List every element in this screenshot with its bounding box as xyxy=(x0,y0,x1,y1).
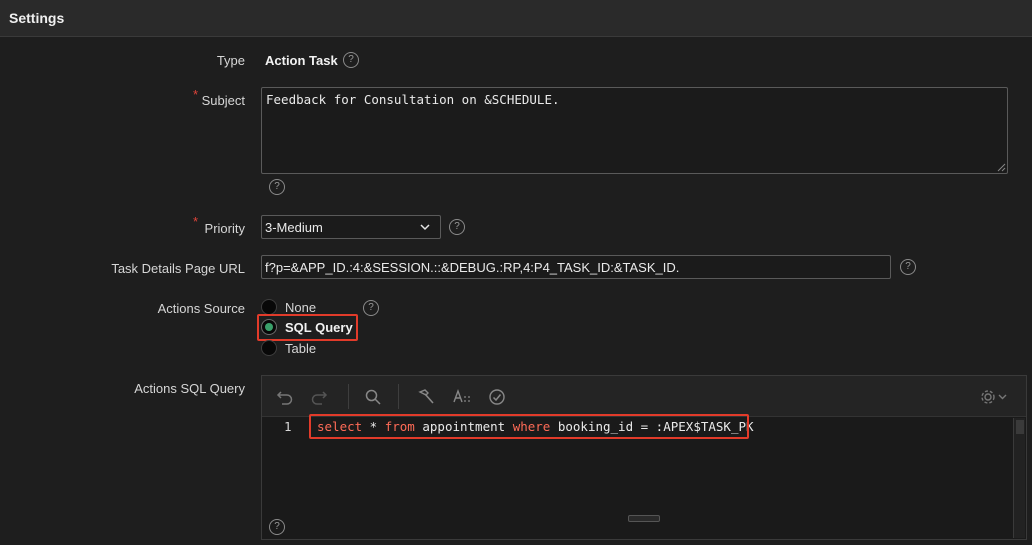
sql-query-highlight xyxy=(257,314,358,341)
page-title: Settings xyxy=(9,10,65,26)
sql-help-icon[interactable]: ? xyxy=(269,519,285,535)
priority-selected-value: 3-Medium xyxy=(265,220,323,235)
actions-sql-query-label: Actions SQL Query xyxy=(134,381,245,396)
task-details-help-icon[interactable]: ? xyxy=(900,259,916,275)
line-number: 1 xyxy=(284,419,292,434)
editor-scrollbar-thumb[interactable] xyxy=(1016,420,1024,434)
priority-select[interactable]: 3-Medium xyxy=(261,215,441,239)
redo-button[interactable] xyxy=(308,386,330,408)
sql-code-highlight xyxy=(309,414,749,439)
undo-button[interactable] xyxy=(274,386,296,408)
toolbar-separator xyxy=(348,384,349,409)
editor-resize-handle[interactable] xyxy=(628,515,660,522)
autocomplete-button[interactable] xyxy=(451,386,473,408)
radio-option-table[interactable]: Table xyxy=(261,339,316,357)
editor-scrollbar[interactable] xyxy=(1013,418,1025,538)
subject-required-mark: * xyxy=(193,87,199,102)
subject-textarea[interactable]: Feedback for Consultation on &SCHEDULE. xyxy=(261,87,1008,174)
radio-table-label: Table xyxy=(285,340,317,356)
autocomplete-icon xyxy=(453,388,470,403)
search-button[interactable] xyxy=(362,386,384,408)
task-details-url-input[interactable]: f?p=&APP_ID.:4:&SESSION.::&DEBUG.:RP,4:P… xyxy=(261,255,891,279)
editor-toolbar xyxy=(262,376,1026,417)
actions-source-label: Actions Source xyxy=(157,301,245,316)
gear-icon xyxy=(981,390,1007,404)
toolbar-separator xyxy=(398,384,399,409)
validate-button[interactable] xyxy=(486,386,508,408)
task-details-url-label: Task Details Page URL xyxy=(111,261,245,276)
priority-help-icon[interactable]: ? xyxy=(449,219,465,235)
priority-required-mark: * xyxy=(193,214,199,229)
undo-icon xyxy=(276,391,293,405)
radio-none-label: None xyxy=(285,299,317,315)
resize-grip-icon[interactable] xyxy=(996,162,1006,172)
subject-help-icon[interactable]: ? xyxy=(269,179,285,195)
chevron-down-icon xyxy=(420,224,430,231)
search-icon xyxy=(365,389,381,405)
subject-label: Subject xyxy=(201,93,245,108)
radio-table[interactable] xyxy=(261,340,277,356)
actions-source-help-icon[interactable]: ? xyxy=(363,300,379,316)
type-help-icon[interactable]: ? xyxy=(343,52,359,68)
redo-icon xyxy=(311,391,328,405)
radio-none[interactable] xyxy=(261,299,277,315)
priority-label: Priority xyxy=(204,221,245,236)
check-circle-icon xyxy=(489,389,505,405)
editor-settings-button[interactable] xyxy=(978,386,1012,408)
settings-header: Settings xyxy=(0,0,1032,37)
hammer-icon xyxy=(418,389,434,404)
type-value: Action Task xyxy=(265,53,338,68)
type-label: Type xyxy=(216,53,245,68)
format-button[interactable] xyxy=(415,386,437,408)
